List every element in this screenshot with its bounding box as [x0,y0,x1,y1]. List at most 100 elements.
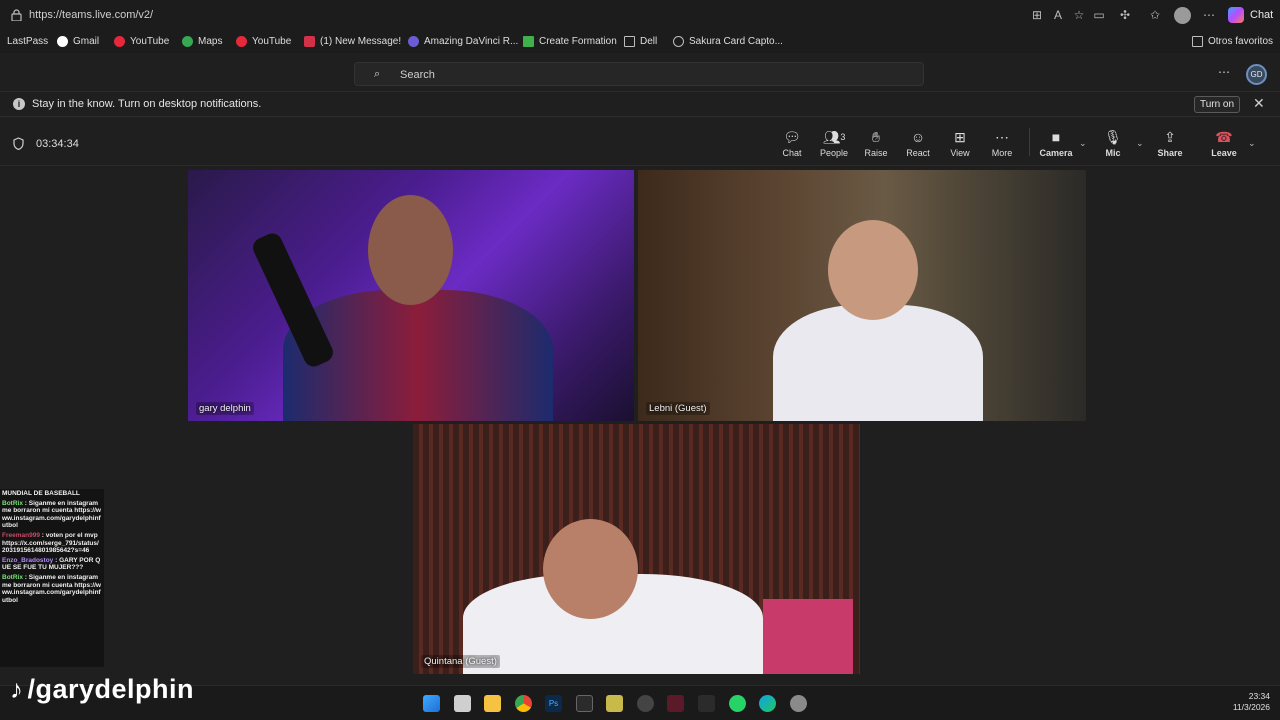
chat-message: Freeman999 : voten por el mvp https://x.… [2,531,99,555]
url-field[interactable]: https://teams.live.com/v2/ [29,9,153,21]
video-tile-gary[interactable]: gary delphin [188,170,634,421]
bookmark-sakura[interactable]: Sakura Card Capto... [673,36,783,47]
video-icon[interactable]: ▭ [1091,7,1107,23]
whatsapp-icon[interactable] [729,695,746,712]
meeting-timer: 03:34:34 [36,138,79,150]
more-icon: ⋯ [995,129,1009,145]
profile-avatar[interactable] [1174,7,1191,24]
start-icon[interactable] [423,695,440,712]
video-tile-lebni[interactable]: Lebni (Guest) [638,170,1086,421]
camera-button[interactable]: ■ Camera [1036,128,1076,158]
tiktok-icon: ♪ [10,674,24,704]
favorite-star-icon[interactable]: ☆ [1071,7,1087,23]
davinci-resolve-icon[interactable] [576,695,593,712]
system-clock[interactable]: 23:34 11/3/2026 [1226,691,1270,713]
meeting-toolbar: 03:34:34 💬︎ Chat 👥︎3 People ✋︎ Raise ☺ R… [0,118,1280,166]
maps-icon [182,36,193,47]
folder-icon [624,36,635,47]
more-menu-icon[interactable]: ⋯ [1201,7,1217,23]
mic-button[interactable]: 🎙︎ Mic [1093,128,1133,158]
user-avatar[interactable]: GD [1246,64,1267,85]
bookmark-create-formation[interactable]: Create Formation [523,36,617,47]
leave-button[interactable]: ☎︎ Leave [1204,128,1244,158]
lock-icon [11,9,22,21]
bookmark-davinci[interactable]: Amazing DaVinci R... [408,36,518,47]
more-button[interactable]: ⋯ More [982,128,1022,158]
notes-icon[interactable] [606,695,623,712]
chat-icon: 💬︎ [783,129,801,145]
stream-chat-overlay: MUNDIAL DE BASEBALL BotRix : Siganme en … [0,489,104,667]
bookmark-gmail[interactable]: Gmail [57,36,99,47]
chat-message: BotRix : Siganme en instagram me borraro… [2,499,101,530]
chrome-icon[interactable] [515,695,532,712]
close-icon[interactable]: ✕ [1253,95,1265,112]
sheets-icon [523,36,534,47]
participant-figure [773,305,983,421]
participant-name: Quintana (Guest) [421,655,500,668]
participant-head [368,195,453,305]
toolbar-divider [1029,128,1030,156]
apps-icon[interactable]: ⊞ [1029,7,1045,23]
chevron-down-icon[interactable]: ⌄ [1248,138,1256,149]
view-button[interactable]: ⊞ View [940,128,980,158]
hang-up-icon: ☎︎ [1215,129,1233,145]
read-aloud-icon[interactable]: A [1050,7,1066,23]
search-input[interactable]: ⌕ Search [354,62,924,86]
chat-message: Enzo_Bradostoy : GARY POR QUE SE FUE TU … [2,556,101,572]
message-icon [304,36,315,47]
task-view-icon[interactable] [454,695,471,712]
settings-more-icon[interactable]: ⋯ [1218,65,1230,79]
bookmarks-bar: LastPass Gmail YouTube Maps YouTube (1) … [0,31,1280,53]
turn-on-button[interactable]: Turn on [1194,96,1240,113]
bookmark-maps[interactable]: Maps [182,36,222,47]
smiley-icon: ☺ [910,129,926,145]
chat-message: MUNDIAL DE BASEBALL [2,490,80,497]
notification-text: Stay in the know. Turn on desktop notifi… [32,98,262,110]
davinci-icon [408,36,419,47]
copilot-icon [1228,7,1244,23]
chat-message: BotRix : Siganme en instagram me borraro… [2,573,101,604]
teams-header: ⌕ Search ⋯ GD [0,56,1280,92]
share-button[interactable]: ⇪ Share [1150,128,1190,158]
video-tile-quintana[interactable]: Quintana (Guest) [413,424,860,674]
bookmark-lastpass[interactable]: LastPass [7,36,48,47]
browser-address-bar: https://teams.live.com/v2/ ⊞ A ☆ ▭ ✣ ✩ ⋯… [0,0,1280,31]
file-explorer-icon[interactable] [484,695,501,712]
participant-head [828,220,918,320]
react-button[interactable]: ☺ React [898,128,938,158]
hand-icon: ✋︎ [872,129,880,145]
google-icon [57,36,68,47]
obs-icon[interactable] [637,695,654,712]
bookmark-youtube-2[interactable]: YouTube [236,36,291,47]
participant-head [543,519,638,619]
settings-gear-icon[interactable] [790,695,807,712]
favorites-icon[interactable]: ✩ [1147,7,1163,23]
copilot-chat-button[interactable]: Chat [1228,6,1273,24]
chevron-down-icon[interactable]: ⌄ [1079,138,1087,149]
youtube-icon [236,36,247,47]
participant-name: Lebni (Guest) [646,402,710,415]
mic-icon: 🎙︎ [1104,129,1122,145]
photoshop-icon[interactable]: Ps [545,695,562,712]
globe-icon [673,36,684,47]
info-icon: i [13,98,25,110]
youtube-icon [114,36,125,47]
people-button[interactable]: 👥︎3 People [814,128,854,158]
people-icon: 👥︎ [822,129,841,145]
bookmark-new-message[interactable]: (1) New Message! [304,36,401,47]
bookmark-dell[interactable]: Dell [624,36,657,47]
edge-icon[interactable] [759,695,776,712]
app-icon[interactable] [667,695,684,712]
search-icon: ⌕ [374,68,381,80]
chat-button[interactable]: 💬︎ Chat [772,128,812,158]
bookmark-youtube[interactable]: YouTube [114,36,169,47]
grid-icon: ⊞ [954,129,966,145]
pink-box [763,599,853,674]
app-icon[interactable] [698,695,715,712]
chevron-down-icon[interactable]: ⌄ [1136,138,1144,149]
folder-icon [1192,36,1203,47]
extensions-icon[interactable]: ✣ [1117,7,1133,23]
share-icon: ⇪ [1164,129,1176,145]
other-favorites[interactable]: Otros favoritos [1192,36,1273,47]
raise-hand-button[interactable]: ✋︎ Raise [856,128,896,158]
